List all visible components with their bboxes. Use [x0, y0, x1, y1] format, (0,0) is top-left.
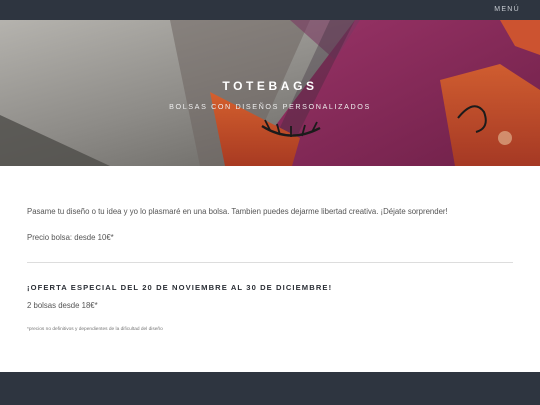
offer-paragraph: 2 bolsas desde 18€* [27, 301, 98, 310]
menu-button[interactable]: MENÚ [494, 6, 520, 13]
price-paragraph: Precio bolsa: desde 10€* [27, 233, 114, 242]
page-title: TOTEBAGS [222, 79, 318, 93]
intro-paragraph: Pasame tu diseño o tu idea y yo lo plasm… [27, 207, 448, 216]
price-footnote: *precios no definitivos y dependientes d… [27, 327, 163, 332]
footer-bar [0, 372, 540, 405]
section-divider [27, 262, 513, 263]
page-subtitle: BOLSAS CON DISEÑOS PERSONALIZADOS [169, 102, 371, 111]
hero-banner: TOTEBAGS BOLSAS CON DISEÑOS PERSONALIZAD… [0, 20, 540, 166]
offer-heading: ¡OFERTA ESPECIAL DEL 20 DE NOVIEMBRE AL … [27, 283, 333, 292]
hero-background-image [0, 20, 540, 166]
top-navigation-bar: MENÚ [0, 0, 540, 20]
